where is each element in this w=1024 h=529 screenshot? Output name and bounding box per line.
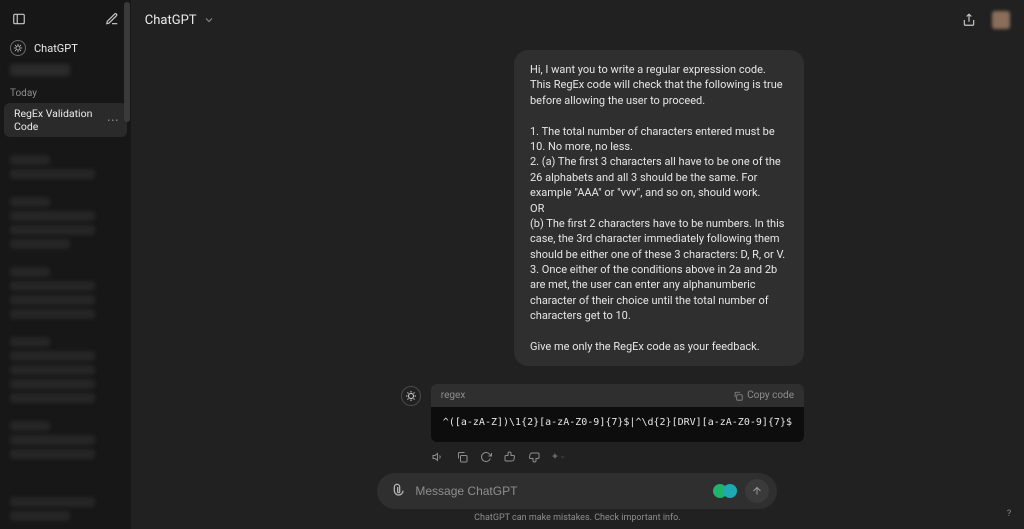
regenerate-button[interactable] [479,450,493,464]
sidebar-blur-item [10,295,95,305]
sidebar-app-row[interactable]: ChatGPT [0,36,131,60]
share-icon [962,13,976,27]
sidebar-blur-item [10,337,50,347]
conversation-title: RegEx Validation Code [14,107,105,133]
sidebar-blur-item [10,393,95,403]
share-button[interactable] [958,9,980,31]
clipboard-icon [456,451,468,463]
copy-message-button[interactable] [455,450,469,464]
chatgpt-logo-icon [10,40,26,56]
thumbs-down-icon [528,451,540,463]
assistant-avatar-icon [401,386,421,406]
sidebar-blur-item [10,197,50,207]
sidebar: ChatGPT Today RegEx Validation Code ⋯ [0,0,131,529]
copy-code-button[interactable]: Copy code [733,390,794,401]
main-area: ChatGPT Hi, I want you to write a regula… [131,0,1024,529]
section-label-today: Today [0,80,131,101]
sidebar-blur-item [10,379,95,389]
message-actions [431,450,804,464]
sidebar-blur-item [10,435,95,445]
new-chat-button[interactable] [101,8,123,30]
model-switch-button[interactable] [551,450,565,464]
model-name: ChatGPT [145,13,197,28]
sidebar-blur-item [10,155,50,165]
code-language-label: regex [441,390,465,401]
attach-button[interactable] [389,483,405,499]
thumbs-up-button[interactable] [503,450,517,464]
refresh-icon [480,451,492,463]
copy-code-label: Copy code [747,390,794,401]
sidebar-blur-item [10,449,95,459]
sidebar-scrollbar[interactable] [123,0,131,529]
conversation-area: Hi, I want you to write a regular expres… [131,40,1024,529]
composer-area: ChatGPT can make mistakes. Check importa… [131,473,1024,523]
sidebar-blur-item [10,225,95,235]
topbar: ChatGPT [131,0,1024,40]
sidebar-blur-item [10,511,70,521]
user-avatar[interactable] [992,11,1010,29]
sidebar-blur-item [10,239,70,249]
model-picker[interactable]: ChatGPT [145,13,215,28]
sidebar-blur-item [10,169,95,179]
assistant-message: regex Copy code ^([a-zA-Z])\1{2}[a-zA-Z0… [401,384,804,464]
help-button[interactable]: ? [1002,507,1016,521]
thumbs-up-icon [504,451,516,463]
conversation-row-active[interactable]: RegEx Validation Code ⋯ [4,103,127,137]
conversation-options-button[interactable]: ⋯ [105,113,121,127]
paperclip-icon [389,483,405,499]
sidebar-blur-item [10,365,95,375]
sidebar-scrollbar-thumb[interactable] [124,2,130,122]
code-content: ^([a-zA-Z])\1{2}[a-zA-Z0-9]{7}$|^\d{2}[D… [431,407,804,442]
arrow-up-icon [751,485,763,497]
sidebar-blur-item [10,64,70,76]
chevron-down-icon [203,14,215,26]
code-block: regex Copy code ^([a-zA-Z])\1{2}[a-zA-Z0… [431,384,804,442]
sidebar-blur-item [10,211,95,221]
badge-dot-icon [723,484,737,498]
thumbs-down-button[interactable] [527,450,541,464]
sidebar-blur-item [10,351,95,361]
composer-badge[interactable] [713,484,737,498]
sidebar-blur-item [10,421,50,431]
sparkle-icon [551,451,559,463]
sidebar-toggle-button[interactable] [8,8,30,30]
disclaimer-text: ChatGPT can make mistakes. Check importa… [474,513,680,523]
sidebar-blur-item [10,309,95,319]
sidebar-app-label: ChatGPT [34,42,78,55]
new-chat-icon [105,12,119,26]
sidebar-toggle-icon [12,12,26,26]
sidebar-blur-item [10,497,95,507]
send-button[interactable] [745,479,769,503]
speaker-icon [432,451,444,463]
read-aloud-button[interactable] [431,450,445,464]
sidebar-blur-item [10,267,50,277]
help-icon: ? [1007,509,1011,519]
clipboard-icon [733,391,743,401]
composer[interactable] [377,473,777,509]
user-message: Hi, I want you to write a regular expres… [514,50,804,366]
sidebar-blur-item [10,281,95,291]
composer-input[interactable] [413,483,705,499]
